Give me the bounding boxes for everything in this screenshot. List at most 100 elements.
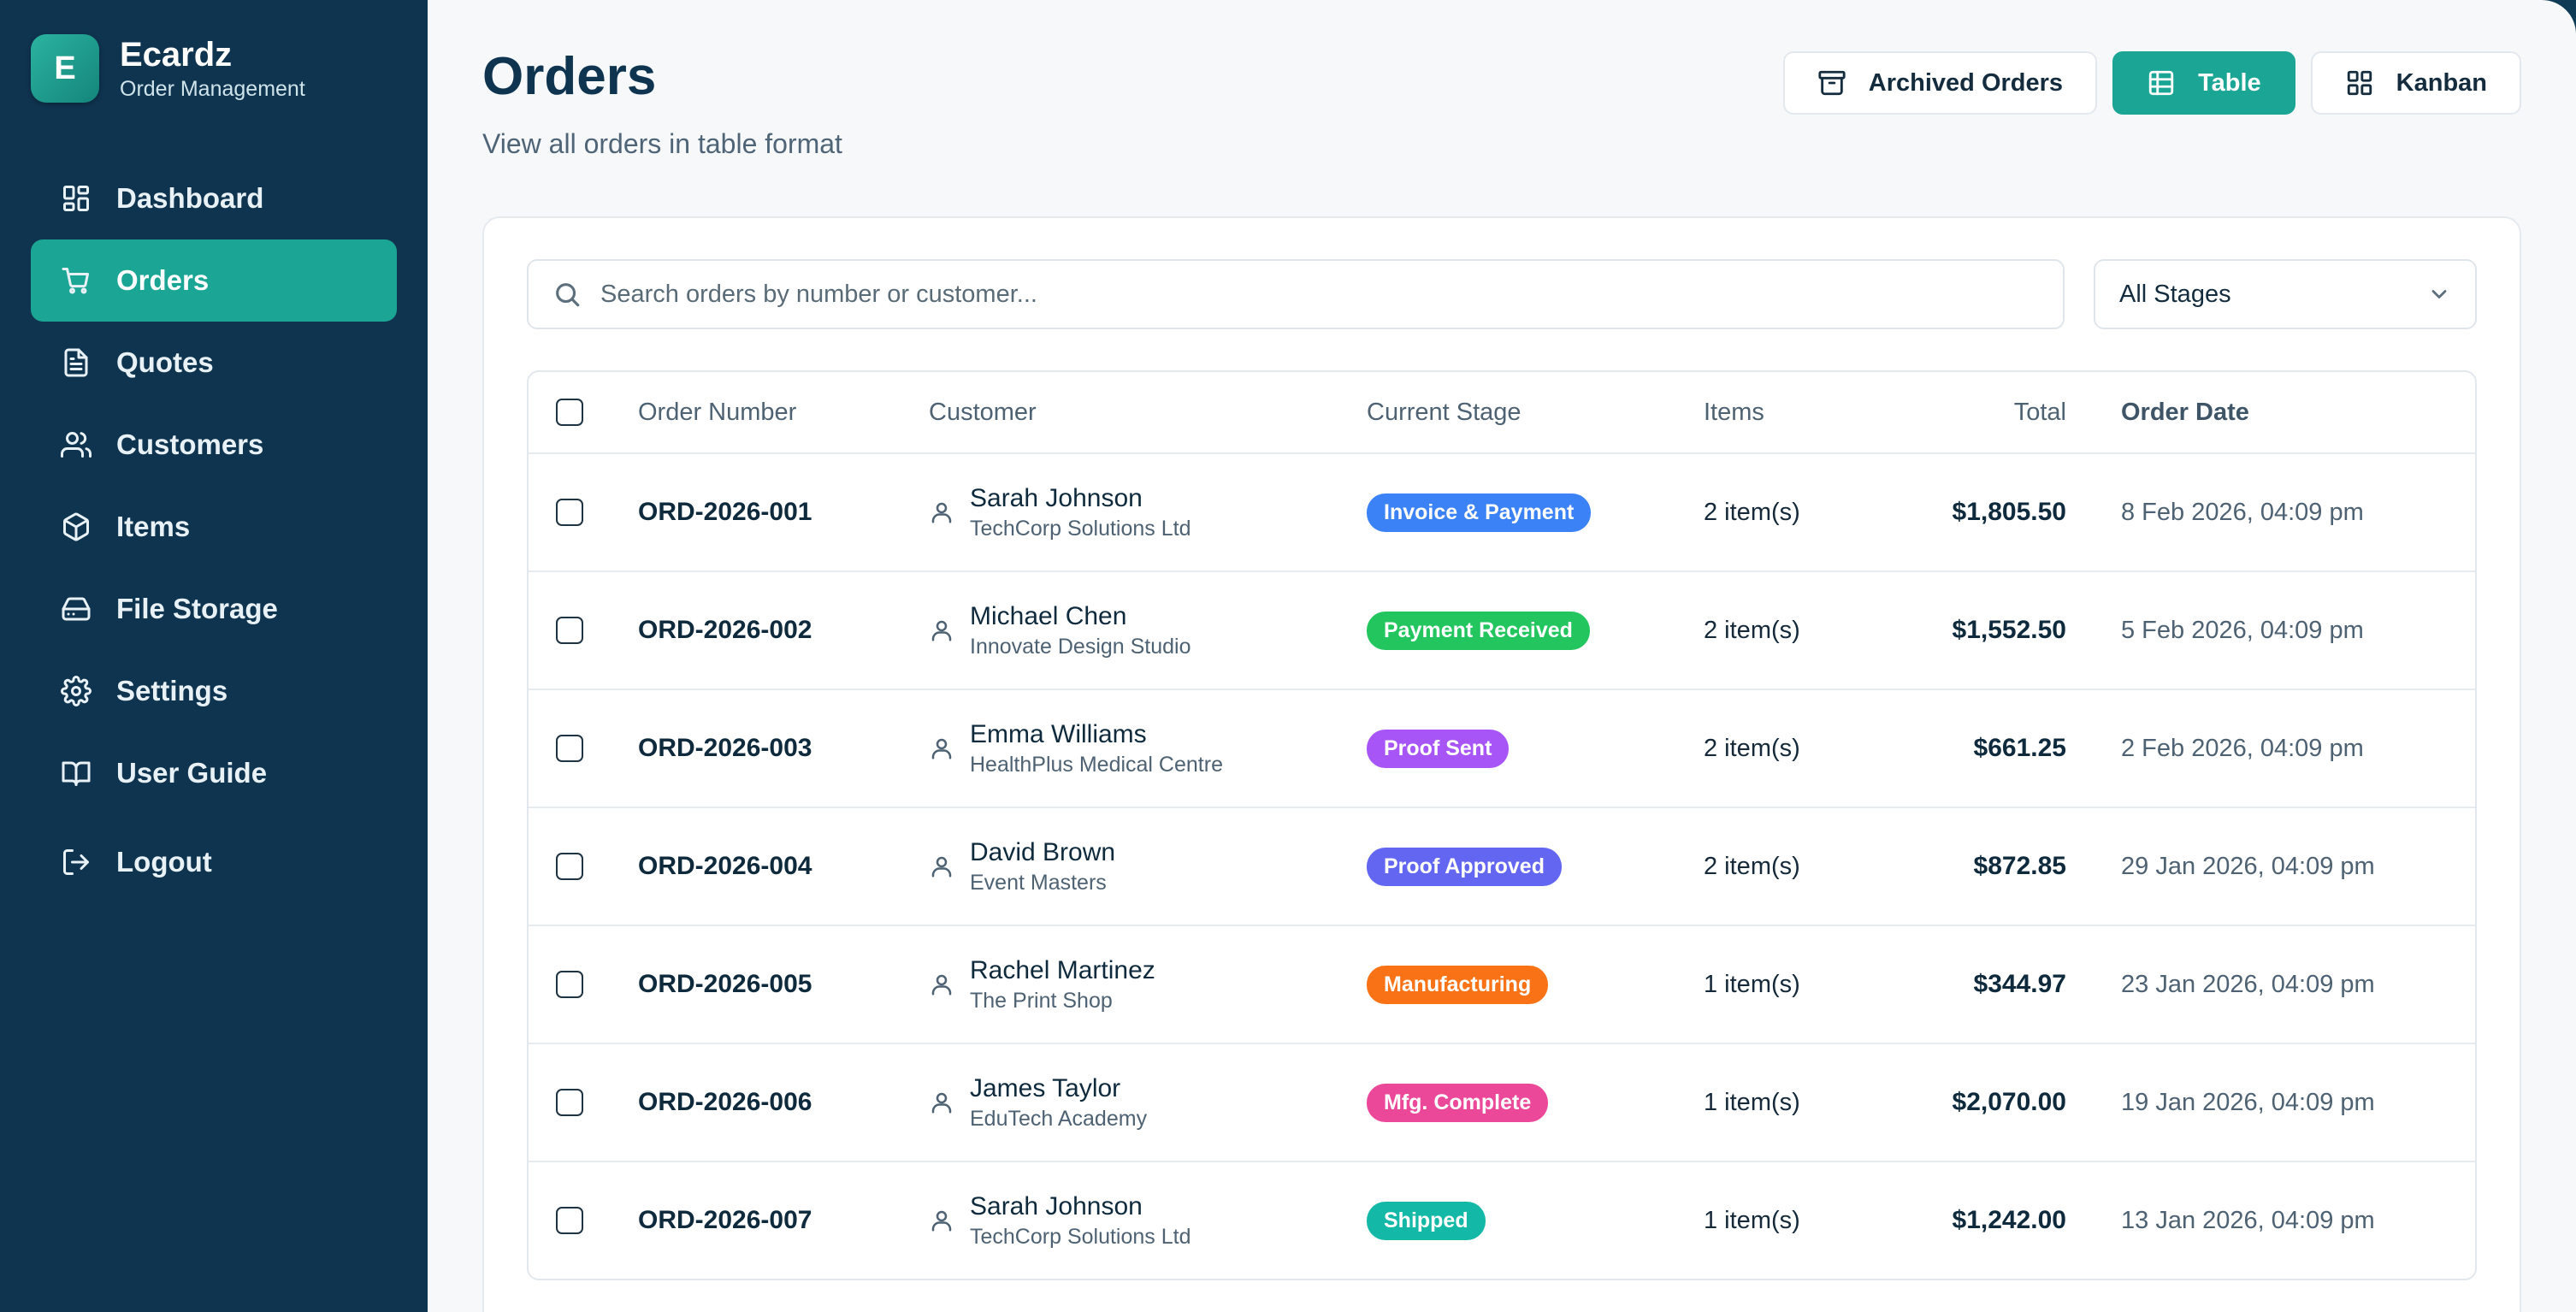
sidebar-item-label: Quotes <box>116 346 214 378</box>
column-header-items[interactable]: Items <box>1704 399 1917 427</box>
table-row[interactable]: ORD-2026-003 Emma Williams HealthPlus Me… <box>529 690 2475 809</box>
row-checkbox[interactable] <box>556 499 583 527</box>
sidebar-item-label: Customers <box>116 428 264 460</box>
order-number[interactable]: ORD-2026-004 <box>638 852 812 880</box>
logout-icon <box>60 846 92 878</box>
archived-orders-button[interactable]: Archived Orders <box>1782 51 2098 115</box>
customer-company: Event Masters <box>970 870 1107 895</box>
sidebar-item-file-storage[interactable]: File Storage <box>31 568 397 650</box>
row-checkbox[interactable] <box>556 971 583 999</box>
order-total: $344.97 <box>1973 970 2066 999</box>
table-body: ORD-2026-001 Sarah Johnson TechCorp Solu… <box>529 454 2475 1279</box>
view-toggle: Archived Orders Table Kanban <box>1782 51 2521 115</box>
customer-company: TechCorp Solutions Ltd <box>970 516 1191 541</box>
order-date: 13 Jan 2026, 04:09 pm <box>2121 1206 2375 1234</box>
grid-icon <box>2347 70 2372 96</box>
table-row[interactable]: ORD-2026-004 David Brown Event Masters P… <box>529 808 2475 927</box>
sidebar-item-dashboard[interactable]: Dashboard <box>31 157 397 239</box>
page-header: Orders View all orders in table format A… <box>482 47 2521 160</box>
person-icon <box>931 502 952 523</box>
column-header-total[interactable]: Total <box>1917 399 2066 427</box>
sidebar-item-user-guide[interactable]: User Guide <box>31 732 397 814</box>
dashboard-icon <box>60 182 92 215</box>
item-count: 2 item(s) <box>1704 616 1800 644</box>
kanban-view-button[interactable]: Kanban <box>2310 51 2521 115</box>
logout-label: Logout <box>116 846 212 878</box>
person-icon <box>931 1092 952 1114</box>
sidebar-item-settings[interactable]: Settings <box>31 650 397 732</box>
search-icon <box>556 283 580 307</box>
row-checkbox[interactable] <box>556 1207 583 1235</box>
person-icon <box>931 1210 952 1232</box>
sidebar-item-customers[interactable]: Customers <box>31 404 397 486</box>
brand-name: Ecardz <box>120 35 233 74</box>
sidebar-item-orders[interactable]: Orders <box>31 239 397 322</box>
order-number[interactable]: ORD-2026-002 <box>638 616 812 644</box>
order-number[interactable]: ORD-2026-001 <box>638 498 812 526</box>
table-icon <box>2148 70 2174 96</box>
customer-company: EduTech Academy <box>970 1106 1148 1131</box>
customer-name: James Taylor <box>970 1073 1121 1102</box>
order-number[interactable]: ORD-2026-003 <box>638 734 812 762</box>
chevron-down-icon <box>2431 290 2447 299</box>
logout-button[interactable]: Logout <box>31 821 397 903</box>
filters-bar: All Stages <box>527 259 2477 330</box>
table-view-button[interactable]: Table <box>2112 51 2295 115</box>
item-count: 2 item(s) <box>1704 498 1800 526</box>
table-header-row: Order Number Customer Current Stage Item… <box>529 372 2475 455</box>
order-date: 29 Jan 2026, 04:09 pm <box>2121 852 2375 880</box>
search-input[interactable] <box>600 280 2039 309</box>
customer-name: Rachel Martinez <box>970 955 1155 984</box>
order-total: $1,242.00 <box>1952 1206 2066 1235</box>
select-all-checkbox[interactable] <box>556 399 583 427</box>
table-row[interactable]: ORD-2026-007 Sarah Johnson TechCorp Solu… <box>529 1162 2475 1279</box>
row-checkbox[interactable] <box>556 853 583 881</box>
order-number[interactable]: ORD-2026-006 <box>638 1088 812 1116</box>
customer-company: TechCorp Solutions Ltd <box>970 1224 1191 1249</box>
archived-orders-label: Archived Orders <box>1868 68 2064 97</box>
book-icon <box>60 757 92 789</box>
order-number[interactable]: ORD-2026-007 <box>638 1206 812 1234</box>
person-icon <box>931 620 952 641</box>
table-row[interactable]: ORD-2026-005 Rachel Martinez The Print S… <box>529 926 2475 1045</box>
search-box <box>527 259 2065 330</box>
stage-badge: Mfg. Complete <box>1367 1083 1549 1122</box>
row-checkbox[interactable] <box>556 735 583 763</box>
table-row[interactable]: ORD-2026-002 Michael Chen Innovate Desig… <box>529 572 2475 691</box>
sidebar-item-label: Items <box>116 511 191 542</box>
order-date: 23 Jan 2026, 04:09 pm <box>2121 970 2375 998</box>
page-subtitle: View all orders in table format <box>482 128 842 160</box>
order-total: $1,805.50 <box>1952 498 2066 527</box>
order-number[interactable]: ORD-2026-005 <box>638 970 812 998</box>
row-checkbox[interactable] <box>556 1089 583 1117</box>
table-row[interactable]: ORD-2026-001 Sarah Johnson TechCorp Solu… <box>529 454 2475 573</box>
item-count: 2 item(s) <box>1704 734 1800 762</box>
orders-card: All Stages Order Number Customer Current… <box>482 216 2521 1312</box>
cart-icon <box>60 264 92 297</box>
sidebar-item-label: Dashboard <box>116 182 264 214</box>
stage-select[interactable]: All Stages <box>2094 259 2477 330</box>
person-icon <box>931 738 952 759</box>
column-header-order-number[interactable]: Order Number <box>638 399 929 427</box>
row-checkbox[interactable] <box>556 617 583 645</box>
order-date: 19 Jan 2026, 04:09 pm <box>2121 1088 2375 1116</box>
item-count: 1 item(s) <box>1704 970 1800 998</box>
customer-company: HealthPlus Medical Centre <box>970 752 1223 777</box>
sidebar-item-label: File Storage <box>116 593 278 624</box>
column-header-order-date[interactable]: Order Date <box>2066 399 2391 427</box>
sidebar-item-items[interactable]: Items <box>31 486 397 568</box>
column-header-customer[interactable]: Customer <box>929 399 1367 427</box>
column-header-current-stage[interactable]: Current Stage <box>1367 399 1704 427</box>
customer-company: Innovate Design Studio <box>970 634 1191 659</box>
stage-badge: Payment Received <box>1367 611 1590 650</box>
sidebar: E Ecardz Order Management Dashboard Orde… <box>0 0 428 1312</box>
order-total: $2,070.00 <box>1952 1088 2066 1117</box>
table-row[interactable]: ORD-2026-006 James Taylor EduTech Academ… <box>529 1044 2475 1163</box>
sidebar-item-quotes[interactable]: Quotes <box>31 322 397 404</box>
stage-badge: Invoice & Payment <box>1367 493 1592 532</box>
table-view-label: Table <box>2198 68 2261 97</box>
order-total: $661.25 <box>1973 734 2066 763</box>
person-icon <box>931 856 952 878</box>
customer-name: Sarah Johnson <box>970 1191 1143 1220</box>
app: E Ecardz Order Management Dashboard Orde… <box>0 0 2576 1312</box>
